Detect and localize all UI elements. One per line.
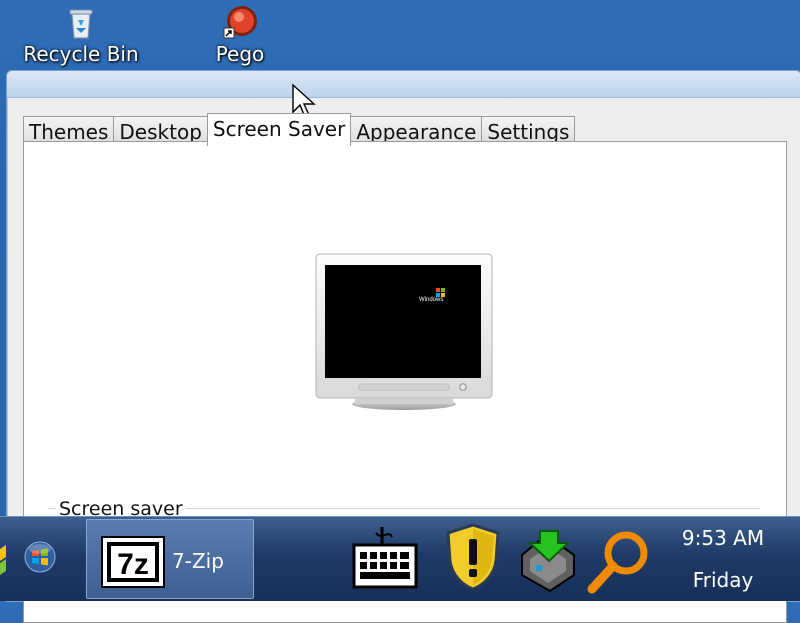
taskbar-button-7zip[interactable]: 7z 7-Zip — [86, 519, 254, 599]
search-icon[interactable] — [586, 529, 652, 599]
clock-day: Friday — [692, 568, 754, 592]
taskbar: 7z 7-Zip 9:53 AM Friday — [0, 516, 800, 601]
desktop-icon-label: Pego — [215, 42, 265, 66]
system-clock[interactable]: 9:53 AM Friday — [668, 523, 778, 595]
keyboard-icon[interactable] — [352, 527, 418, 593]
windows-logo-icon: Windows — [419, 288, 445, 303]
desktop-icon-pego[interactable]: Pego — [180, 0, 300, 66]
network-icon[interactable] — [516, 525, 582, 597]
pego-shortcut-icon — [180, 0, 300, 40]
clock-time: 9:53 AM — [681, 526, 765, 550]
windows-logo-text: Windows — [419, 297, 443, 303]
taskbar-button-label: 7-Zip — [172, 549, 224, 573]
monitor-preview-icon — [315, 253, 493, 413]
tab-screen-saver[interactable]: Screen Saver — [206, 113, 352, 146]
windows-orb-icon[interactable] — [22, 539, 58, 579]
desktop-icon-recycle-bin[interactable]: Recycle Bin — [21, 0, 141, 66]
7zip-icon: 7z — [101, 536, 165, 592]
window-titlebar[interactable] — [7, 71, 800, 98]
security-shield-icon[interactable] — [444, 523, 502, 595]
recycle-bin-icon — [21, 0, 141, 40]
desktop-icon-label: Recycle Bin — [23, 42, 139, 66]
7zip-icon-text: 7z — [117, 548, 149, 581]
start-button-edge-icon[interactable] — [0, 545, 10, 579]
